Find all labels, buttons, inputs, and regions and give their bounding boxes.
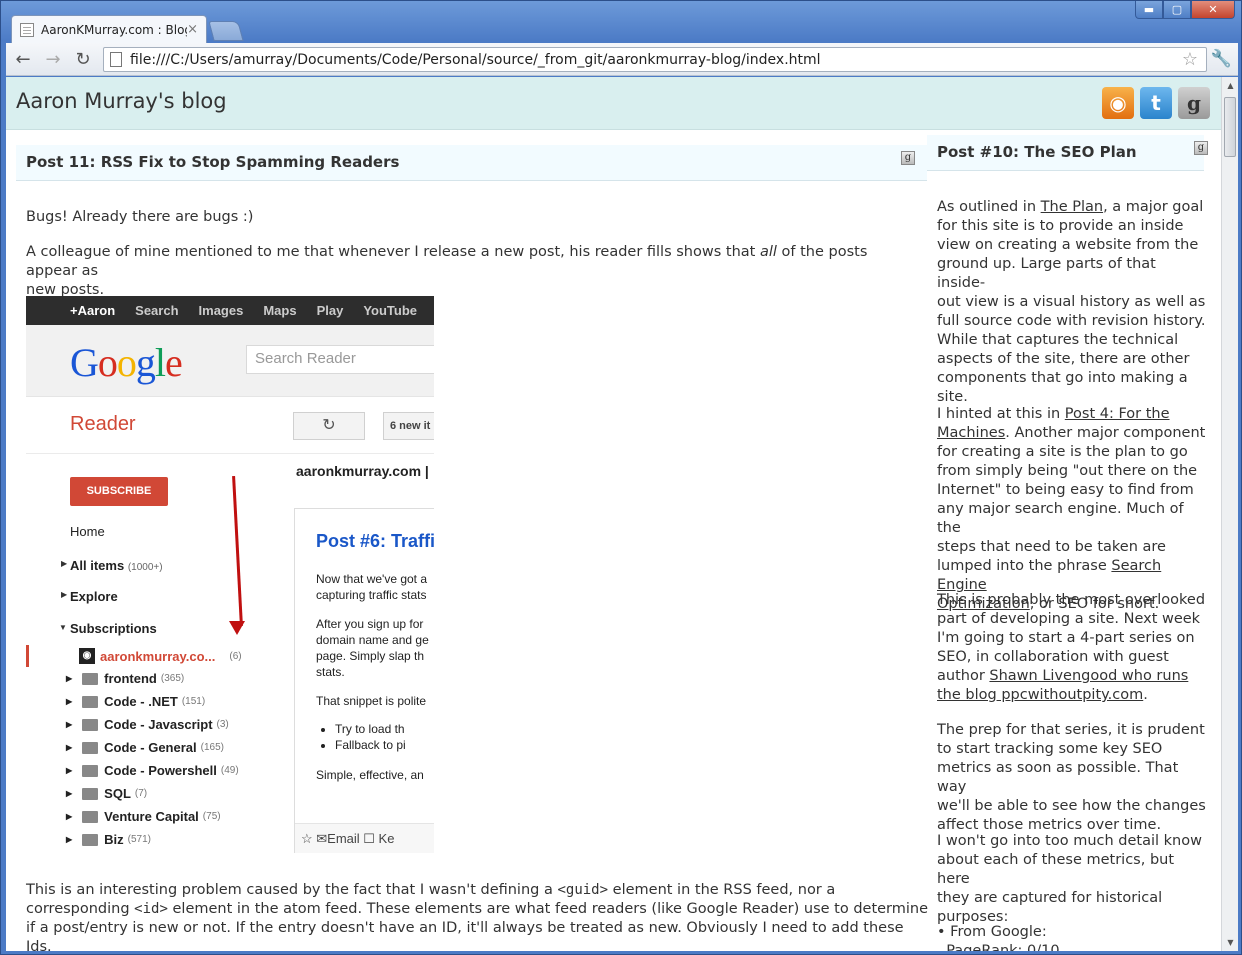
the-plan-link[interactable]: The Plan xyxy=(1041,199,1103,215)
site-header: Aaron Murray's blog ◉ t g xyxy=(6,77,1221,130)
folder-item: ▶ Biz (571) xyxy=(66,832,152,847)
refresh-icon: ↻ xyxy=(293,412,365,440)
folder-item: ▶ Code - Javascript (3) xyxy=(66,717,229,732)
page-viewport: Aaron Murray's blog ◉ t g Post 11: RSS F… xyxy=(6,77,1238,951)
vertical-scrollbar[interactable]: ▲ ▼ xyxy=(1221,77,1238,951)
reload-button[interactable]: ↻ xyxy=(70,46,96,72)
folder-icon xyxy=(82,764,99,777)
google-bar: +Aaron Search Images Maps Play YouTube xyxy=(26,296,434,325)
tab-title: AaronKMurray.com : Blog xyxy=(41,22,188,37)
entry-footer: ☆ ✉Email ☐ Ke xyxy=(295,823,434,853)
annotation-arrowhead xyxy=(229,621,245,635)
folder-item: ▶ Code - Powershell (49) xyxy=(66,763,239,778)
folder-icon xyxy=(82,741,99,754)
google-header: Google Search Reader xyxy=(26,325,434,397)
folder-item: ▶ Venture Capital (75) xyxy=(66,809,221,824)
post-paragraph: A colleague of mine mentioned to me that… xyxy=(26,244,868,298)
page-icon xyxy=(110,52,122,67)
sidebar-paragraph: The prep for that series, it is prudent t… xyxy=(937,722,1206,833)
folder-icon xyxy=(82,810,99,823)
sidebar-paragraph: As outlined in The Plan, a major goal for… xyxy=(937,199,1206,405)
forward-button[interactable]: → xyxy=(40,46,66,72)
site-title[interactable]: Aaron Murray's blog xyxy=(16,89,227,113)
maximize-button[interactable]: ▢ xyxy=(1163,1,1191,19)
rss-feed-icon: ◉ xyxy=(79,648,95,664)
reader-screenshot-image: +Aaron Search Images Maps Play YouTube G… xyxy=(26,296,434,853)
reader-title: Reader xyxy=(70,413,136,435)
folder-icon xyxy=(82,695,99,708)
new-tab-button[interactable] xyxy=(208,21,244,41)
sidebar-paragraph: I won't go into too much detail know abou… xyxy=(937,833,1202,925)
folder-icon xyxy=(82,787,99,800)
browser-tab[interactable]: AaronKMurray.com : Blog × xyxy=(11,15,207,43)
rss-icon[interactable]: ◉ xyxy=(1102,87,1134,119)
annotation-arrow xyxy=(232,476,243,626)
tab-close-icon[interactable]: × xyxy=(187,22,198,37)
entry-card: Post #6: Traffi Now that we've got a cap… xyxy=(294,508,434,853)
scroll-up-icon[interactable]: ▲ xyxy=(1222,77,1238,94)
feed-item: ◉ aaronkmurray.co... (6) xyxy=(79,648,242,664)
scrollbar-thumb[interactable] xyxy=(1224,97,1236,157)
sidebar-post: Post #10: The SEO Plan g As outlined in … xyxy=(927,131,1208,951)
sidebar-paragraph: I hinted at this in Post 4: For the Machi… xyxy=(937,406,1206,612)
entry-title: Post #6: Traffi xyxy=(316,531,434,551)
folder-item: ▶ frontend (365) xyxy=(66,671,185,686)
sidebar-list: • From Google: PageRank: 0/10 xyxy=(937,924,1060,951)
back-button[interactable]: ← xyxy=(10,46,36,72)
google-logo: Google xyxy=(70,340,183,385)
folder-icon xyxy=(82,833,99,846)
social-links: ◉ t g xyxy=(1096,87,1210,119)
address-bar[interactable]: ☆ xyxy=(103,47,1207,72)
close-button[interactable]: ✕ xyxy=(1191,1,1235,19)
post-paragraph: This is an interesting problem caused by… xyxy=(26,882,929,951)
entry-source: aaronkmurray.com | xyxy=(296,463,429,479)
google-plus-icon[interactable]: g xyxy=(901,151,915,165)
subscriptions-label: Subscriptions xyxy=(70,621,157,636)
all-items-label: All items (1000+) xyxy=(70,558,163,573)
google-plus-icon[interactable]: g xyxy=(1194,141,1208,155)
twitter-icon[interactable]: t xyxy=(1140,87,1172,119)
post-paragraph: Bugs! Already there are bugs :) xyxy=(26,209,254,225)
folder-item: ▶ SQL (7) xyxy=(66,786,148,801)
post-title[interactable]: Post 11: RSS Fix to Stop Spamming Reader… xyxy=(26,153,399,171)
folder-item: ▶ Code - General (165) xyxy=(66,740,224,755)
sidebar-paragraph: This is probably the most overlooked part… xyxy=(937,592,1206,703)
reader-search-box: Search Reader xyxy=(246,345,434,374)
explore-label: Explore xyxy=(70,589,118,604)
sidebar-post-header: Post #10: The SEO Plan g xyxy=(927,135,1208,171)
browser-window: ▬ ▢ ✕ AaronKMurray.com : Blog × ← → ↻ ☆ … xyxy=(0,0,1242,955)
main-post: Post 11: RSS Fix to Stop Spamming Reader… xyxy=(16,131,928,951)
folder-icon xyxy=(82,718,99,731)
sidebar-post-title[interactable]: Post #10: The SEO Plan xyxy=(937,143,1137,161)
browser-toolbar: ← → ↻ ☆ 🔧 xyxy=(6,43,1238,76)
wrench-menu-icon[interactable]: 🔧 xyxy=(1211,49,1232,69)
subscribe-label: SUBSCRIBE xyxy=(70,477,168,506)
bookmark-star-icon[interactable]: ☆ xyxy=(1182,49,1198,70)
folder-icon xyxy=(82,672,99,685)
google-icon[interactable]: g xyxy=(1178,87,1210,119)
minimize-button[interactable]: ▬ xyxy=(1135,1,1163,19)
url-input[interactable] xyxy=(130,51,1206,68)
new-items-label: 6 new it xyxy=(383,412,434,440)
page-favicon-icon xyxy=(20,22,34,37)
home-label: Home xyxy=(70,524,105,539)
window-controls: ▬ ▢ ✕ xyxy=(1135,1,1235,19)
folder-item: ▶ Code - .NET (151) xyxy=(66,694,206,709)
scroll-down-icon[interactable]: ▼ xyxy=(1222,934,1238,951)
post-header: Post 11: RSS Fix to Stop Spamming Reader… xyxy=(16,145,927,181)
